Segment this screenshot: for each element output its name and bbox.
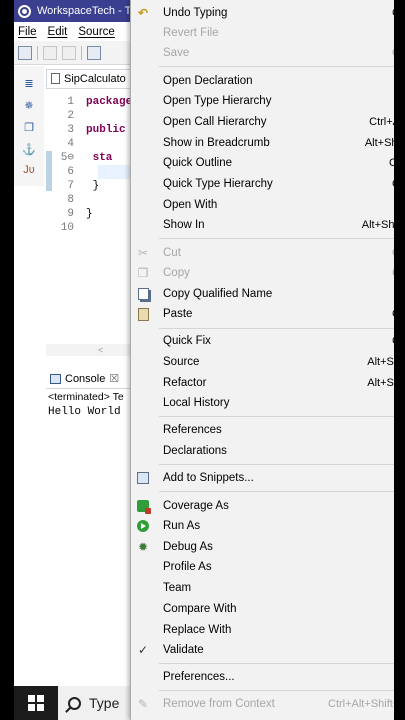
menu-item-quick-outline[interactable]: Quick Outline Ct (131, 153, 394, 173)
menu-item-quick-type-hierarchy[interactable]: Quick Type Hierarchy C (131, 174, 394, 194)
menu-item-open-call-hierarchy[interactable]: Open Call Hierarchy Ctrl+A (131, 112, 394, 132)
menu-item-coverage-as[interactable]: Coverage As (131, 496, 394, 516)
menu-file[interactable]: File (18, 26, 37, 38)
menu-item-show-in-breadcrumb[interactable]: Show in Breadcrumb Alt+Shi (131, 133, 394, 153)
code-line: 3 public (67, 124, 126, 136)
menu-separator (159, 328, 394, 329)
code-line: 7 } (67, 180, 100, 192)
code-line: 2 (67, 110, 74, 122)
menu-edit[interactable]: Edit (48, 26, 68, 38)
save-all-icon[interactable] (62, 45, 76, 60)
search-icon (68, 696, 81, 710)
hierarchy-icon[interactable]: ✵ (22, 100, 36, 113)
menu-item-local-history[interactable]: Local History (131, 393, 394, 413)
save-icon[interactable] (43, 45, 57, 60)
menu-item-references[interactable]: References (131, 420, 394, 440)
menu-separator (159, 416, 394, 417)
code-line: 10 (60, 222, 74, 234)
menu-item-copy[interactable]: ❐ Copy C (131, 263, 394, 283)
window-title: WorkspaceTech - Te (37, 5, 137, 17)
screen-frame: WorkspaceTech - Te File Edit Source ≣ ✵ … (14, 0, 394, 720)
paste-icon (135, 306, 151, 322)
snippets-icon (135, 470, 151, 486)
menu-item-refactor[interactable]: Refactor Alt+Sh (131, 373, 394, 393)
windows-start-icon[interactable] (28, 695, 44, 711)
menu-separator (159, 690, 394, 691)
check-icon: ✓ (137, 643, 149, 657)
taskbar-search-text: Type (89, 695, 120, 711)
toolbar-separator (37, 45, 38, 60)
cut-icon: ✂ (137, 246, 149, 260)
menu-item-compare-with[interactable]: Compare With (131, 599, 394, 619)
java-file-icon (51, 73, 60, 84)
menu-item-declarations[interactable]: Declarations (131, 441, 394, 461)
menu-item-debug-as[interactable]: ✹ Debug As (131, 537, 394, 557)
eclipse-icon (18, 4, 31, 18)
editor-tab-label: SipCalculato (64, 72, 126, 85)
menu-source[interactable]: Source (78, 26, 114, 38)
menu-separator (159, 66, 394, 67)
undo-icon: ↶ (137, 6, 149, 20)
junit-icon[interactable]: Jʋ (22, 164, 36, 177)
menu-item-paste[interactable]: Paste C (131, 304, 394, 324)
menu-separator (159, 464, 394, 465)
menu-separator (159, 663, 394, 664)
debug-icon: ✹ (137, 540, 149, 554)
run-icon (135, 518, 151, 534)
outline-icon[interactable]: ⚓ (22, 144, 36, 157)
menu-item-validate[interactable]: ✓ Validate (131, 640, 394, 660)
remove-context-icon: ✎ (137, 697, 149, 711)
package-explorer-icon[interactable]: ≣ (22, 78, 36, 91)
navigator-icon[interactable]: ❐ (22, 122, 36, 135)
terminal-icon[interactable] (87, 45, 101, 60)
menu-item-undo-typing[interactable]: ↶ Undo Typing C (131, 3, 394, 23)
menu-item-run-as[interactable]: Run As (131, 516, 394, 536)
code-line: 1 package (67, 96, 133, 108)
menu-separator (159, 491, 394, 492)
menu-item-preferences[interactable]: Preferences... (131, 667, 394, 687)
menu-item-add-to-snippets[interactable]: Add to Snippets... (131, 468, 394, 488)
code-line: 8 (67, 194, 74, 206)
copy-icon: ❐ (137, 266, 149, 280)
menu-item-replace-with[interactable]: Replace With (131, 620, 394, 640)
menu-item-quick-fix[interactable]: Quick Fix C (131, 331, 394, 351)
menu-item-team[interactable]: Team (131, 578, 394, 598)
menu-item-open-declaration[interactable]: Open Declaration (131, 71, 394, 91)
new-icon[interactable] (18, 45, 32, 60)
menu-item-source[interactable]: Source Alt+Sh (131, 352, 394, 372)
menu-item-open-with[interactable]: Open With (131, 195, 394, 215)
menu-item-revert-file[interactable]: Revert File (131, 23, 394, 43)
code-line: 4 (67, 138, 74, 150)
menu-item-remove-from-context[interactable]: ✎ Remove from Context Ctrl+Alt+Shift+D (131, 694, 394, 714)
menu-item-show-in[interactable]: Show In Alt+Shif (131, 215, 394, 235)
menu-item-open-type-hierarchy[interactable]: Open Type Hierarchy (131, 91, 394, 111)
toolbar-separator (81, 45, 82, 60)
menu-item-profile-as[interactable]: Profile As (131, 557, 394, 577)
code-line: 6 (67, 166, 74, 178)
menu-separator (159, 238, 394, 239)
context-menu: ↶ Undo Typing C Revert File Save C Open … (130, 0, 394, 720)
close-icon[interactable]: ☒ (109, 372, 119, 385)
menu-item-cut[interactable]: ✂ Cut C (131, 243, 394, 263)
coverage-icon (135, 498, 151, 514)
copy-qualified-icon (135, 286, 151, 302)
menu-item-copy-qualified-name[interactable]: Copy Qualified Name (131, 284, 394, 304)
left-trim: ≣ ✵ ❐ ⚓ Jʋ (14, 66, 44, 186)
code-line: 9} (67, 208, 93, 220)
code-line: 5⊖ sta (60, 152, 113, 164)
console-tab-label: Console (65, 372, 106, 385)
console-icon (50, 373, 61, 384)
menu-item-save[interactable]: Save C (131, 43, 394, 63)
